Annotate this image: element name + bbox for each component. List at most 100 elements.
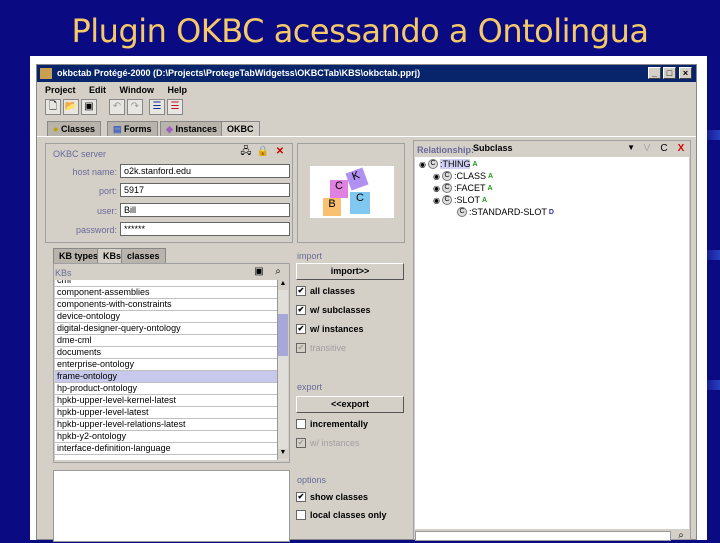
save-project-icon[interactable]: ▣ <box>81 99 97 115</box>
checkbox-label: incrementally <box>310 419 369 429</box>
create-button[interactable]: C <box>657 142 671 156</box>
menu-project[interactable]: Project <box>45 85 76 95</box>
kb-list-item[interactable]: device-ontology <box>55 311 277 323</box>
expand-handle-icon[interactable]: ◉ <box>433 196 440 205</box>
kb-list-item[interactable]: hpkb-y2-ontology <box>55 431 277 443</box>
title-bar[interactable]: okbctab Protégé-2000 (D:\Projects\Proteg… <box>37 65 696 82</box>
checkbox-icon[interactable]: ✔ <box>296 343 306 353</box>
class-icon: C <box>441 171 452 181</box>
expand-handle-icon[interactable]: ◉ <box>433 184 440 193</box>
new-project-icon[interactable]: 🗋 <box>45 99 61 115</box>
tab-forms[interactable]: ▤ Forms <box>107 121 158 136</box>
checkbox-incrementally[interactable]: incrementally <box>296 419 368 429</box>
checkbox-icon[interactable]: ✔ <box>296 438 306 448</box>
checkbox-icon[interactable]: ✔ <box>296 305 306 315</box>
checkbox-icon[interactable] <box>296 419 306 429</box>
menu-bar: Project Edit Window Help <box>37 83 696 98</box>
kb-list-item[interactable]: enterprise-ontology <box>55 359 277 371</box>
kb-list-item[interactable]: interface-definition-language <box>55 443 277 455</box>
checkbox-w-instances[interactable]: ✔ w/ instances <box>296 438 360 448</box>
tree-node[interactable]: ◉ C:CLASS A <box>433 171 493 181</box>
kb-list-item[interactable]: hpkb-upper-level-latest <box>55 407 277 419</box>
menu-window[interactable]: Window <box>120 85 154 95</box>
find-icon[interactable]: ⌕ <box>674 529 688 543</box>
tree-node-badge: D <box>548 208 554 216</box>
password-input[interactable]: ****** <box>120 222 290 236</box>
menu-edit[interactable]: Edit <box>89 85 106 95</box>
close-windows-icon[interactable]: ☰ <box>167 99 183 115</box>
tree-node-label: :SLOT <box>453 195 480 205</box>
open-project-icon[interactable]: 📂 <box>63 99 79 115</box>
class-icon: C <box>441 195 452 205</box>
checkbox-local-classes-only[interactable]: local classes only <box>296 510 387 520</box>
import-button[interactable]: import>> <box>296 263 404 280</box>
view-button[interactable]: V <box>640 142 654 156</box>
kb-list-item[interactable]: hpkb-upper-level-kernel-latest <box>55 395 277 407</box>
user-label: user: <box>96 206 117 216</box>
scroll-up-icon[interactable]: ▲ <box>278 280 288 290</box>
kb-list-item[interactable]: dme-cml <box>55 335 277 347</box>
tree-node[interactable]: ◉ C:THING A <box>419 159 478 169</box>
delete-button[interactable]: X <box>674 142 688 156</box>
user-input[interactable]: Bill <box>120 203 290 217</box>
close-button[interactable]: × <box>679 67 692 79</box>
relationship-select[interactable]: Subclass ▼ <box>471 142 639 156</box>
tab-instances[interactable]: ◆ Instances <box>160 121 223 136</box>
tree-node[interactable]: ◉ C:FACET A <box>433 183 493 193</box>
kbs-label: KBs <box>55 268 72 278</box>
okbc-logo: C K B C <box>310 166 394 218</box>
window-title: okbctab Protégé-2000 (D:\Projects\Proteg… <box>57 68 421 78</box>
kb-list-item[interactable]: hp-product-ontology <box>55 383 277 395</box>
export-button[interactable]: <<export <box>296 396 404 413</box>
checkbox-all-classes[interactable]: ✔ all classes <box>296 286 355 296</box>
tree-node-badge: A <box>472 160 478 168</box>
menu-help[interactable]: Help <box>167 85 187 95</box>
details-text-area[interactable] <box>53 470 290 542</box>
disconnect-icon[interactable]: ✕ <box>273 145 287 159</box>
checkbox-icon[interactable]: ✔ <box>296 324 306 334</box>
scroll-thumb[interactable] <box>278 314 288 356</box>
checkbox-w-subclasses[interactable]: ✔ w/ subclasses <box>296 305 371 315</box>
checkbox-label: local classes only <box>310 510 387 520</box>
tree-node-badge: A <box>482 196 488 204</box>
tab-classes-list[interactable]: classes <box>121 248 166 263</box>
maximize-button[interactable]: □ <box>663 67 676 79</box>
class-tree[interactable]: ◉ C:THING A ◉ C:CLASS A ◉ C:FACET A ◉ C:SLOT A C:STA… <box>415 157 689 529</box>
redo-icon[interactable]: ↷ <box>127 99 143 115</box>
undo-icon[interactable]: ↶ <box>109 99 125 115</box>
kb-list-item[interactable]: frame-ontology <box>55 371 277 383</box>
lock-icon[interactable]: 🔒 <box>256 145 270 159</box>
checkbox-w-instances[interactable]: ✔ w/ instances <box>296 324 364 334</box>
kb-list-item[interactable]: components-with-constraints <box>55 299 277 311</box>
checkbox-transitive[interactable]: ✔ transitive <box>296 343 346 353</box>
expand-handle-icon[interactable]: ◉ <box>419 160 426 169</box>
save-kb-icon[interactable]: ▣ <box>252 265 266 279</box>
kb-list-item[interactable]: cml <box>55 280 277 287</box>
checkbox-label: transitive <box>310 343 347 353</box>
checkbox-label: show classes <box>310 492 369 502</box>
tab-classes[interactable]: ● Classes <box>47 121 101 136</box>
tree-node[interactable]: C:STANDARD-SLOT D <box>447 207 554 217</box>
kb-list-item[interactable]: documents <box>55 347 277 359</box>
cascade-windows-icon[interactable]: ☰ <box>149 99 165 115</box>
kb-list[interactable]: cml component-assemblies components-with-c… <box>55 280 277 460</box>
minimize-button[interactable]: _ <box>648 67 661 79</box>
port-input[interactable]: 5917 <box>120 183 290 197</box>
server-label: OKBC server <box>53 149 107 159</box>
kb-list-item[interactable]: hpkb-upper-level-relations-latest <box>55 419 277 431</box>
checkbox-icon[interactable] <box>296 510 306 520</box>
options-label: options <box>297 475 327 485</box>
tree-node[interactable]: ◉ C:SLOT A <box>433 195 487 205</box>
tab-okbc[interactable]: OKBC <box>221 121 260 136</box>
find-icon[interactable]: ⌕ <box>271 265 285 279</box>
kb-list-item[interactable]: digital-designer-query-ontology <box>55 323 277 335</box>
kb-list-item[interactable]: component-assemblies <box>55 287 277 299</box>
checkbox-icon[interactable]: ✔ <box>296 492 306 502</box>
expand-handle-icon[interactable]: ◉ <box>433 172 440 181</box>
checkbox-show-classes[interactable]: ✔ show classes <box>296 492 368 502</box>
kb-list-scrollbar[interactable]: ▲ ▼ <box>277 280 288 460</box>
checkbox-icon[interactable]: ✔ <box>296 286 306 296</box>
host-name-input[interactable]: o2k.stanford.edu <box>120 164 290 178</box>
connect-icon[interactable]: 🖧 <box>239 145 253 159</box>
scroll-down-icon[interactable]: ▼ <box>278 449 288 459</box>
